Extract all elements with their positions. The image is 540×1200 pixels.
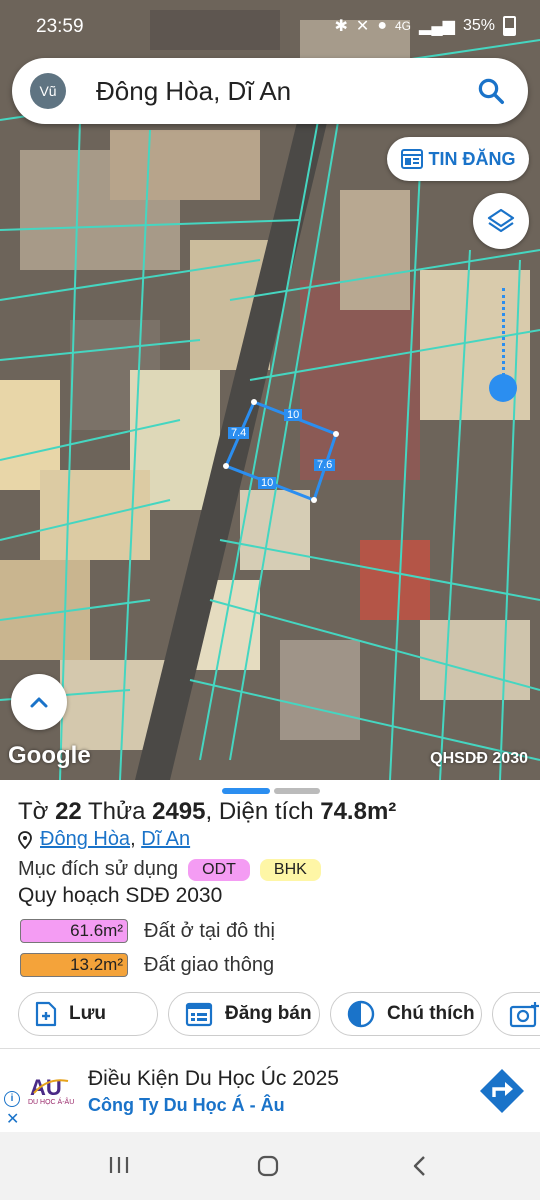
legend-button[interactable]: Chú thích xyxy=(330,992,482,1036)
legend-label: Chú thích xyxy=(387,1003,475,1024)
expand-up-button[interactable] xyxy=(11,674,67,730)
search-bar[interactable]: Vũ Đông Hòa, Dĩ An xyxy=(12,58,528,124)
plan-label-residential: Đất ở tại đô thị xyxy=(144,919,275,942)
search-icon[interactable] xyxy=(476,76,506,106)
location-icon: ● xyxy=(377,17,387,34)
plan-row-traffic: 13.2m² Đất giao thông xyxy=(20,952,274,978)
layers-icon xyxy=(487,208,515,233)
mute-icon: ✕ xyxy=(355,18,370,35)
plot-edge-right: 7.6 xyxy=(314,459,336,471)
search-input[interactable]: Đông Hòa, Dĩ An xyxy=(96,76,291,107)
pin-icon xyxy=(18,830,32,849)
plan-heading: Quy hoạch SDĐ 2030 xyxy=(18,884,223,907)
plot-edge-top: 10 xyxy=(284,409,303,421)
chevron-up-icon xyxy=(30,697,48,708)
network-label: 4G xyxy=(395,19,412,33)
layer-tag: QHSDĐ 2030 xyxy=(430,750,528,767)
calendar-list-icon xyxy=(185,1002,213,1027)
layers-button[interactable] xyxy=(473,193,529,249)
plot-edge-left: 7.4 xyxy=(228,427,250,439)
parcel-area: 74.8m² xyxy=(320,798,397,825)
listing-icon xyxy=(400,149,423,169)
map-view[interactable]: 10 7.4 7.6 10 23:59 ✱ ✕ ● 4G ▂▄▆ 35% Vũ … xyxy=(0,0,540,780)
ad-close-icon[interactable]: ✕ xyxy=(6,1109,19,1129)
google-logo: Google xyxy=(8,742,91,769)
status-bar: 23:59 ✱ ✕ ● 4G ▂▄▆ 35% xyxy=(0,0,540,52)
parcel-info-sheet[interactable]: Tờ 22 Thửa 2495, Diện tích 74.8m² Đông H… xyxy=(0,780,540,1048)
plan-area-traffic: 13.2m² xyxy=(20,953,128,977)
post-listing-button[interactable]: TIN ĐĂNG xyxy=(387,137,529,181)
add-photo-icon xyxy=(509,1002,539,1028)
directions-icon[interactable] xyxy=(478,1067,526,1115)
bluetooth-icon: ✱ xyxy=(334,18,348,35)
purpose-chip-bhk[interactable]: BHK xyxy=(259,858,321,881)
screenshot-button[interactable] xyxy=(492,992,540,1036)
sheet-number: 22 xyxy=(55,798,82,825)
save-label: Lưu xyxy=(69,1003,106,1024)
plan-label-traffic: Đất giao thông xyxy=(144,953,275,976)
system-nav-bar xyxy=(0,1132,540,1200)
plot-number: 2495 xyxy=(152,798,206,825)
home-icon[interactable] xyxy=(256,1154,280,1178)
ad-banner[interactable]: i ✕ AU DU HỌC Á-ÂU Điều Kiện Du Học Úc 2… xyxy=(0,1048,540,1133)
land-use-purpose: Mục đích sử dụng ODT BHK xyxy=(18,858,321,881)
plan-row-residential: 61.6m² Đất ở tại đô thị xyxy=(20,918,275,944)
recent-apps-icon[interactable] xyxy=(108,1154,130,1176)
purpose-label: Mục đích sử dụng xyxy=(18,858,179,880)
opacity-slider-knob[interactable] xyxy=(489,374,517,402)
save-button[interactable]: Lưu xyxy=(18,992,158,1036)
sheet-handle-inactive[interactable] xyxy=(274,788,320,794)
purpose-chip-odt[interactable]: ODT xyxy=(188,858,250,881)
sell-button[interactable]: Đăng bán xyxy=(168,992,320,1036)
ad-headline[interactable]: Điều Kiện Du Học Úc 2025 xyxy=(88,1067,339,1091)
sell-label: Đăng bán xyxy=(225,1003,312,1024)
ward-link[interactable]: Đông Hòa xyxy=(40,828,130,850)
parcel-title: Tờ 22 Thửa 2495, Diện tích 74.8m² xyxy=(18,798,397,825)
status-time: 23:59 xyxy=(36,16,84,37)
add-file-icon xyxy=(35,1001,57,1027)
avatar[interactable]: Vũ xyxy=(30,73,66,109)
parcel-location: Đông Hòa, Dĩ An xyxy=(18,828,190,851)
plot-edge-bottom: 10 xyxy=(258,477,277,489)
contrast-icon xyxy=(347,1000,375,1028)
battery-icon xyxy=(503,16,516,36)
svg-text:AU: AU xyxy=(30,1075,62,1100)
opacity-slider-track[interactable] xyxy=(502,288,505,388)
ad-advertiser[interactable]: Công Ty Du Học Á - Âu xyxy=(88,1095,285,1116)
signal-icon: ▂▄▆ xyxy=(419,18,455,35)
ad-info-icon[interactable]: i xyxy=(4,1091,20,1107)
district-link[interactable]: Dĩ An xyxy=(141,828,190,850)
sheet-handle-active[interactable] xyxy=(222,788,270,794)
advertiser-logo-text: DU HỌC Á-ÂU xyxy=(28,1099,75,1106)
battery-percent: 35% xyxy=(462,17,495,34)
post-listing-label: TIN ĐĂNG xyxy=(428,148,516,169)
back-icon[interactable] xyxy=(410,1154,430,1178)
plan-area-residential: 61.6m² xyxy=(20,919,128,943)
